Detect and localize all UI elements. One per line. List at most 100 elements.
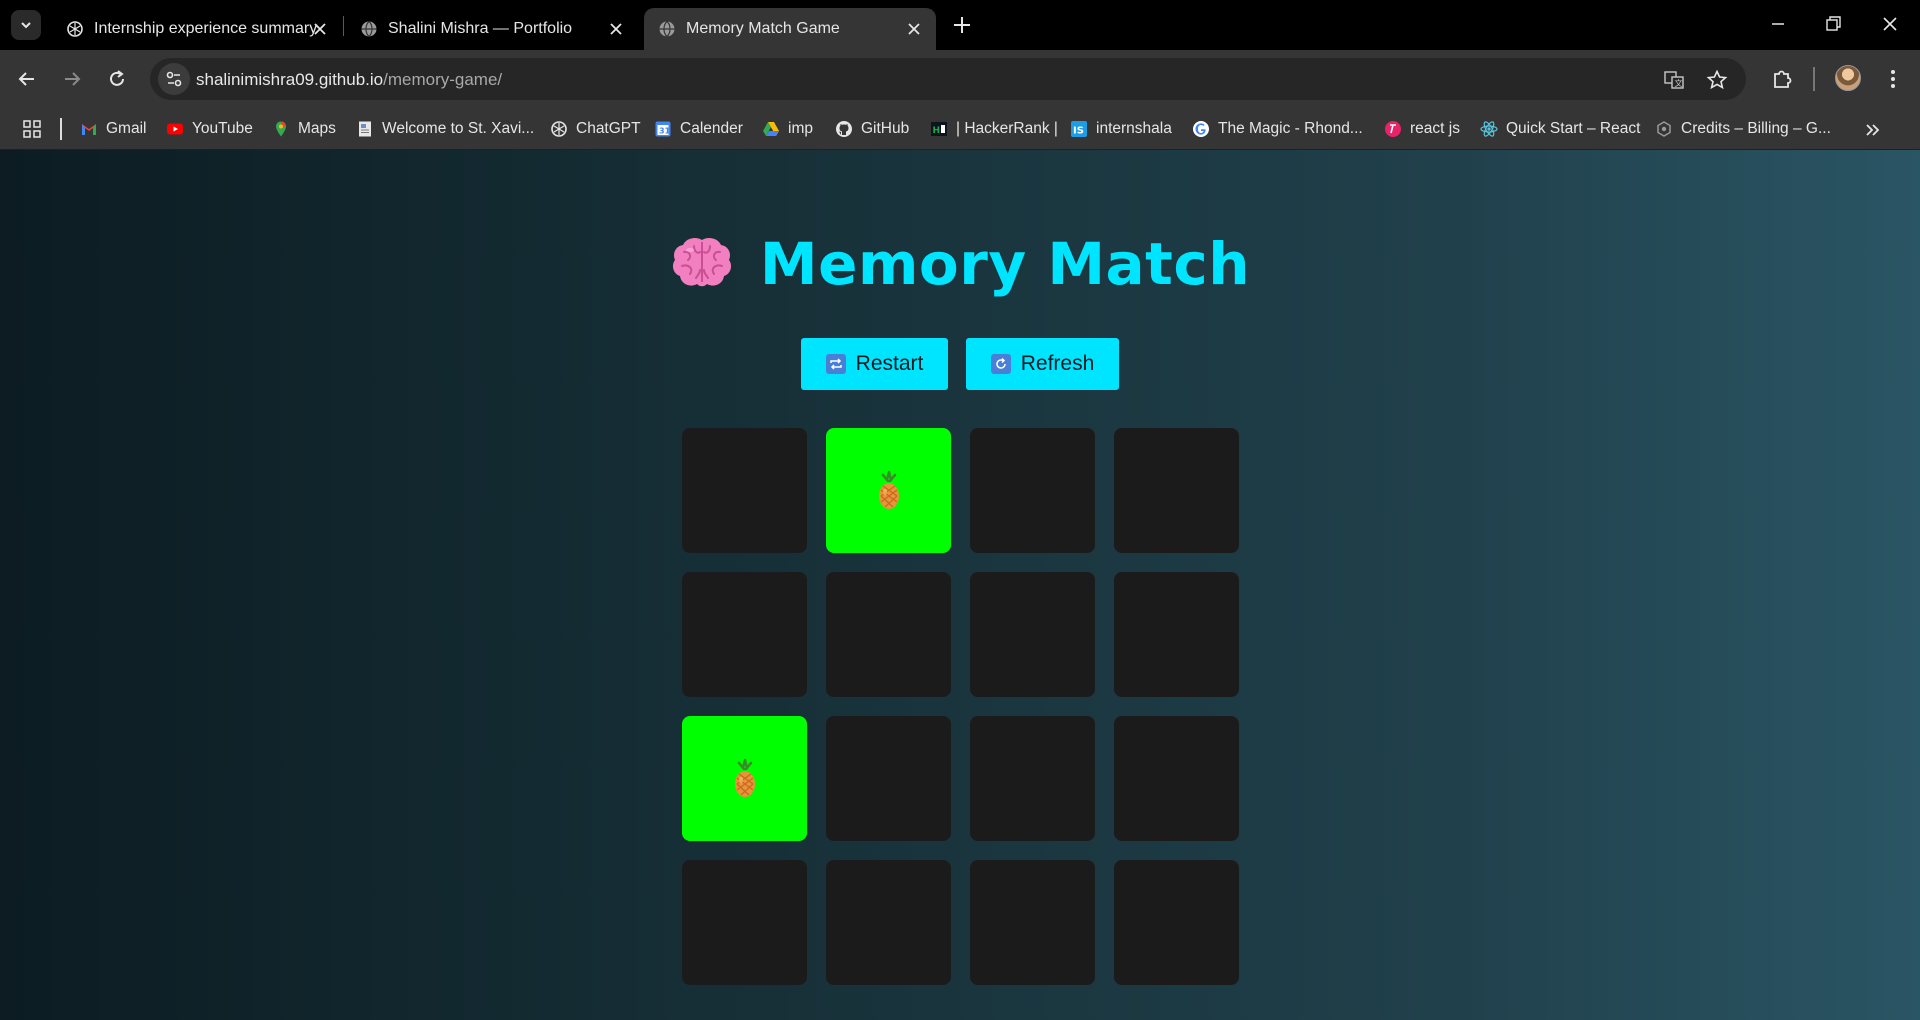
url-host: shalinimishra09.github.io (196, 70, 384, 89)
memory-card[interactable] (826, 428, 951, 553)
globe-icon (361, 21, 377, 38)
bookmark-react-js[interactable]: react js (1384, 116, 1460, 142)
reload-icon[interactable] (104, 66, 130, 92)
svg-text:文: 文 (1675, 78, 1683, 88)
bookmark-hackerrank[interactable]: H | HackerRank | (930, 116, 1058, 142)
memory-card[interactable] (682, 428, 807, 553)
bookmark-calendar[interactable]: 31 Calender (654, 116, 743, 142)
more-menu-icon[interactable] (1880, 66, 1906, 92)
url-text: shalinimishra09.github.io/memory-game/ (196, 70, 502, 90)
pineapple-icon (734, 758, 755, 797)
bookmark-st-xavier[interactable]: Welcome to St. Xavi... (356, 116, 534, 142)
bookmark-label: | HackerRank | (956, 120, 1058, 137)
memory-card[interactable] (826, 572, 951, 697)
maps-icon (276, 121, 286, 137)
bookmark-the-magic[interactable]: The Magic - Rhond... (1192, 116, 1363, 142)
close-icon[interactable] (606, 19, 626, 39)
minimize-icon[interactable] (1766, 12, 1790, 36)
close-window-icon[interactable] (1878, 12, 1902, 36)
repeat-icon (825, 354, 846, 374)
tab-portfolio[interactable]: Shalini Mishra — Portfolio (346, 8, 634, 50)
address-bar[interactable]: shalinimishra09.github.io/memory-game/ 文 (150, 58, 1746, 100)
bookmark-label: Welcome to St. Xavi... (382, 120, 535, 137)
memory-card[interactable] (1114, 716, 1239, 841)
memory-card[interactable] (826, 860, 951, 985)
restart-button[interactable]: Restart (801, 338, 948, 390)
bookmark-maps[interactable]: Maps (272, 116, 336, 142)
google-icon (1193, 121, 1209, 137)
bookmark-label: GitHub (861, 120, 910, 137)
tab-title: Internship experience summary (94, 20, 318, 37)
bookmark-credits-billing[interactable]: Credits – Billing – G... (1655, 116, 1831, 142)
tune-icon (166, 71, 182, 87)
calendar-icon: 31 (655, 121, 671, 137)
memory-card[interactable] (1114, 428, 1239, 553)
tab-internship[interactable]: Internship experience summary (52, 8, 340, 50)
memory-card[interactable] (682, 860, 807, 985)
memory-card[interactable] (682, 572, 807, 697)
back-icon[interactable] (14, 66, 40, 92)
bookmark-label: YouTube (192, 120, 253, 137)
bookmarks-bar: Gmail YouTube Maps Welcome to St. Xavi..… (0, 108, 1920, 150)
bookmark-youtube[interactable]: YouTube (166, 116, 253, 142)
bookmark-github[interactable]: GitHub (835, 116, 909, 142)
bookmark-star-icon[interactable] (1706, 69, 1728, 91)
memory-card[interactable] (826, 716, 951, 841)
tab-memory-match[interactable]: Memory Match Game (644, 8, 936, 50)
extensions-icon[interactable] (1769, 66, 1795, 92)
bookmark-imp[interactable]: imp (762, 116, 813, 142)
translate-icon[interactable]: 文 (1663, 69, 1685, 91)
bookmark-chatgpt[interactable]: ChatGPT (550, 116, 641, 142)
close-icon[interactable] (904, 19, 924, 39)
chatgpt-icon (551, 121, 567, 137)
svg-text:IS: IS (1073, 126, 1084, 137)
bookmark-internshala[interactable]: IS internshala (1070, 116, 1172, 142)
bookmark-label: Quick Start – React (1506, 120, 1641, 137)
bookmark-label: The Magic - Rhond... (1218, 120, 1363, 137)
bookmark-label: Maps (298, 120, 336, 137)
close-icon[interactable] (310, 19, 330, 39)
game-title-text: Memory Match (759, 230, 1251, 298)
apps-grid-icon[interactable] (22, 119, 42, 139)
refresh-button[interactable]: Refresh (966, 338, 1119, 390)
cloud-icon (1657, 121, 1671, 137)
bookmark-quick-start-react[interactable]: Quick Start – React (1480, 116, 1640, 142)
react-icon (1480, 121, 1498, 137)
site-info-button[interactable] (158, 63, 190, 95)
tab-divider (343, 16, 344, 36)
memory-card[interactable] (970, 428, 1095, 553)
github-icon (836, 121, 852, 137)
chevron-double-right-icon[interactable] (1862, 119, 1884, 141)
memory-card[interactable] (970, 716, 1095, 841)
tab-title: Memory Match Game (686, 20, 840, 37)
bookmark-label: ChatGPT (576, 120, 641, 137)
bookmark-label: react js (1410, 120, 1460, 137)
page-title: Memory Match (0, 230, 1920, 298)
forward-icon[interactable] (59, 66, 85, 92)
memory-card[interactable] (682, 716, 807, 841)
bookmark-label: imp (788, 120, 813, 137)
memory-card[interactable] (970, 572, 1095, 697)
game-page: Memory Match Restart Refresh (0, 150, 1920, 1020)
memory-card[interactable] (970, 860, 1095, 985)
tab-title: Shalini Mishra — Portfolio (388, 20, 573, 37)
react-js-icon (1385, 121, 1401, 137)
chatgpt-icon (67, 21, 83, 37)
bookmark-label: Calender (680, 120, 743, 137)
bookmark-gmail[interactable]: Gmail (80, 116, 146, 142)
browser-toolbar: shalinimishra09.github.io/memory-game/ 文 (0, 50, 1920, 108)
memory-card[interactable] (1114, 860, 1239, 985)
document-icon (359, 121, 371, 137)
profile-avatar[interactable] (1835, 65, 1861, 91)
new-tab-icon[interactable] (950, 13, 974, 37)
memory-card[interactable] (1114, 572, 1239, 697)
restore-icon[interactable] (1821, 12, 1845, 36)
pineapple-icon (878, 470, 899, 509)
bookmark-label: internshala (1096, 120, 1172, 137)
bookmarks-divider (60, 118, 62, 140)
tab-search-button[interactable] (11, 10, 41, 40)
gmail-icon (82, 124, 96, 135)
bookmark-label: Credits – Billing – G... (1681, 120, 1831, 137)
url-path: /memory-game/ (383, 70, 503, 89)
toolbar-divider (1813, 67, 1815, 91)
